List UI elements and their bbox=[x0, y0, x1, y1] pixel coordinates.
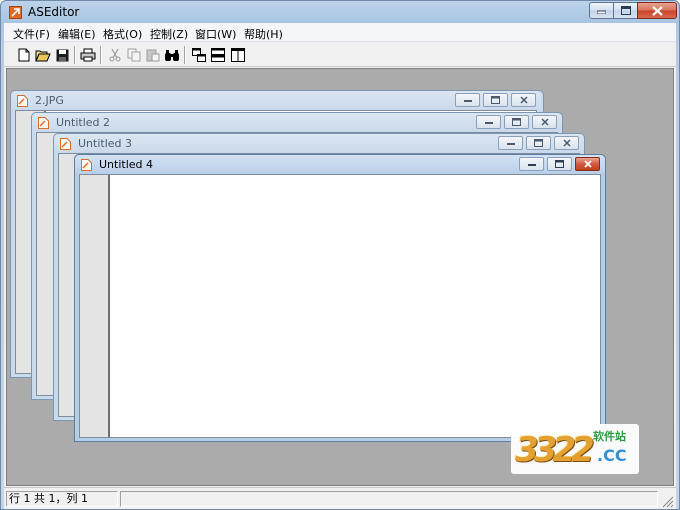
save-button[interactable] bbox=[54, 47, 70, 63]
doc-minimize-button[interactable] bbox=[455, 93, 480, 107]
status-bar: 行 1 共 1，列 1 bbox=[4, 487, 676, 509]
copy-button[interactable] bbox=[126, 47, 142, 63]
doc-close-button[interactable] bbox=[532, 115, 557, 129]
find-button[interactable] bbox=[164, 47, 180, 63]
toolbar-separator bbox=[100, 46, 102, 64]
document-icon bbox=[38, 117, 49, 129]
tile-horizontal-button[interactable] bbox=[210, 47, 226, 63]
close-button[interactable] bbox=[637, 2, 677, 19]
menu-edit[interactable]: 编辑(E) bbox=[58, 26, 96, 42]
doc-minimize-button[interactable] bbox=[498, 136, 523, 150]
menu-file[interactable]: 文件(F) bbox=[13, 26, 50, 42]
toolbar-separator bbox=[184, 46, 186, 64]
document-title: 2.JPG bbox=[35, 94, 64, 107]
close-icon bbox=[583, 160, 592, 168]
save-icon bbox=[56, 49, 68, 61]
toolbar bbox=[4, 43, 676, 67]
resize-grip-icon[interactable] bbox=[660, 494, 674, 508]
minimize-icon bbox=[527, 163, 536, 166]
document-title: Untitled 4 bbox=[99, 158, 154, 171]
tile-horizontal-icon bbox=[211, 48, 225, 62]
title-bar[interactable]: ASEditor bbox=[1, 1, 679, 23]
doc-close-button[interactable] bbox=[575, 157, 600, 171]
doc-minimize-button[interactable] bbox=[519, 157, 544, 171]
doc-minimize-button[interactable] bbox=[476, 115, 501, 129]
tile-vertical-button[interactable] bbox=[230, 47, 246, 63]
status-pane bbox=[120, 491, 658, 507]
line-gutter bbox=[80, 175, 110, 437]
new-button[interactable] bbox=[16, 47, 32, 63]
paste-icon bbox=[146, 49, 160, 62]
document-icon bbox=[81, 159, 92, 171]
minimize-icon bbox=[597, 10, 606, 14]
restore-icon bbox=[512, 118, 521, 126]
editor-text-area[interactable] bbox=[112, 175, 600, 437]
close-icon bbox=[651, 5, 663, 16]
document-window-untitled-4[interactable]: Untitled 4 bbox=[74, 154, 606, 442]
tile-vertical-icon bbox=[231, 48, 245, 62]
editor-frame bbox=[79, 174, 601, 438]
restore-icon bbox=[534, 139, 543, 147]
new-icon bbox=[18, 48, 30, 62]
print-button[interactable] bbox=[80, 47, 96, 63]
cut-icon bbox=[109, 48, 121, 62]
watermark-digits: 3322 bbox=[515, 430, 595, 470]
cascade-icon bbox=[192, 48, 206, 62]
watermark-label: 软件站 bbox=[593, 430, 626, 443]
open-icon bbox=[35, 50, 51, 61]
menu-window[interactable]: 窗口(W) bbox=[195, 26, 236, 42]
doc-maximize-button[interactable] bbox=[504, 115, 529, 129]
find-icon bbox=[165, 49, 179, 61]
close-icon bbox=[519, 96, 528, 104]
minimize-icon bbox=[463, 99, 472, 102]
maximize-button[interactable] bbox=[613, 2, 638, 19]
toolbar-separator bbox=[74, 46, 76, 64]
doc-maximize-button[interactable] bbox=[483, 93, 508, 107]
cut-button[interactable] bbox=[107, 47, 123, 63]
menu-bar: 文件(F) 编辑(E) 格式(O) 控制(Z) 窗口(W) 帮助(H) bbox=[4, 23, 676, 42]
app-icon bbox=[9, 6, 22, 19]
close-icon bbox=[562, 139, 571, 147]
watermark-logo: 3322 软件站 .CC bbox=[511, 424, 639, 474]
doc-close-button[interactable] bbox=[511, 93, 536, 107]
menu-format[interactable]: 格式(O) bbox=[103, 26, 142, 42]
watermark-suffix: .CC bbox=[597, 446, 627, 465]
document-title: Untitled 3 bbox=[78, 137, 133, 150]
cascade-button[interactable] bbox=[191, 47, 207, 63]
app-window: ASEditor 文件(F) 编辑(E) 格式(O) 控制(Z) 窗口(W) 帮… bbox=[0, 0, 680, 510]
doc-close-button[interactable] bbox=[554, 136, 579, 150]
copy-icon bbox=[127, 48, 141, 62]
restore-icon bbox=[555, 160, 564, 168]
minimize-icon bbox=[484, 121, 493, 124]
document-title: Untitled 2 bbox=[56, 116, 111, 129]
print-icon bbox=[80, 48, 96, 62]
restore-icon bbox=[491, 96, 500, 104]
minimize-button[interactable] bbox=[589, 2, 614, 19]
app-title: ASEditor bbox=[28, 5, 80, 19]
document-icon bbox=[17, 95, 28, 107]
menu-control[interactable]: 控制(Z) bbox=[150, 26, 188, 42]
status-cursor-position: 行 1 共 1，列 1 bbox=[6, 491, 118, 507]
maximize-icon bbox=[620, 6, 631, 15]
document-icon bbox=[60, 138, 71, 150]
paste-button[interactable] bbox=[145, 47, 161, 63]
open-button[interactable] bbox=[35, 47, 51, 63]
close-icon bbox=[540, 118, 549, 126]
menu-help[interactable]: 帮助(H) bbox=[244, 26, 283, 42]
doc-maximize-button[interactable] bbox=[526, 136, 551, 150]
doc-maximize-button[interactable] bbox=[547, 157, 572, 171]
minimize-icon bbox=[506, 142, 515, 145]
